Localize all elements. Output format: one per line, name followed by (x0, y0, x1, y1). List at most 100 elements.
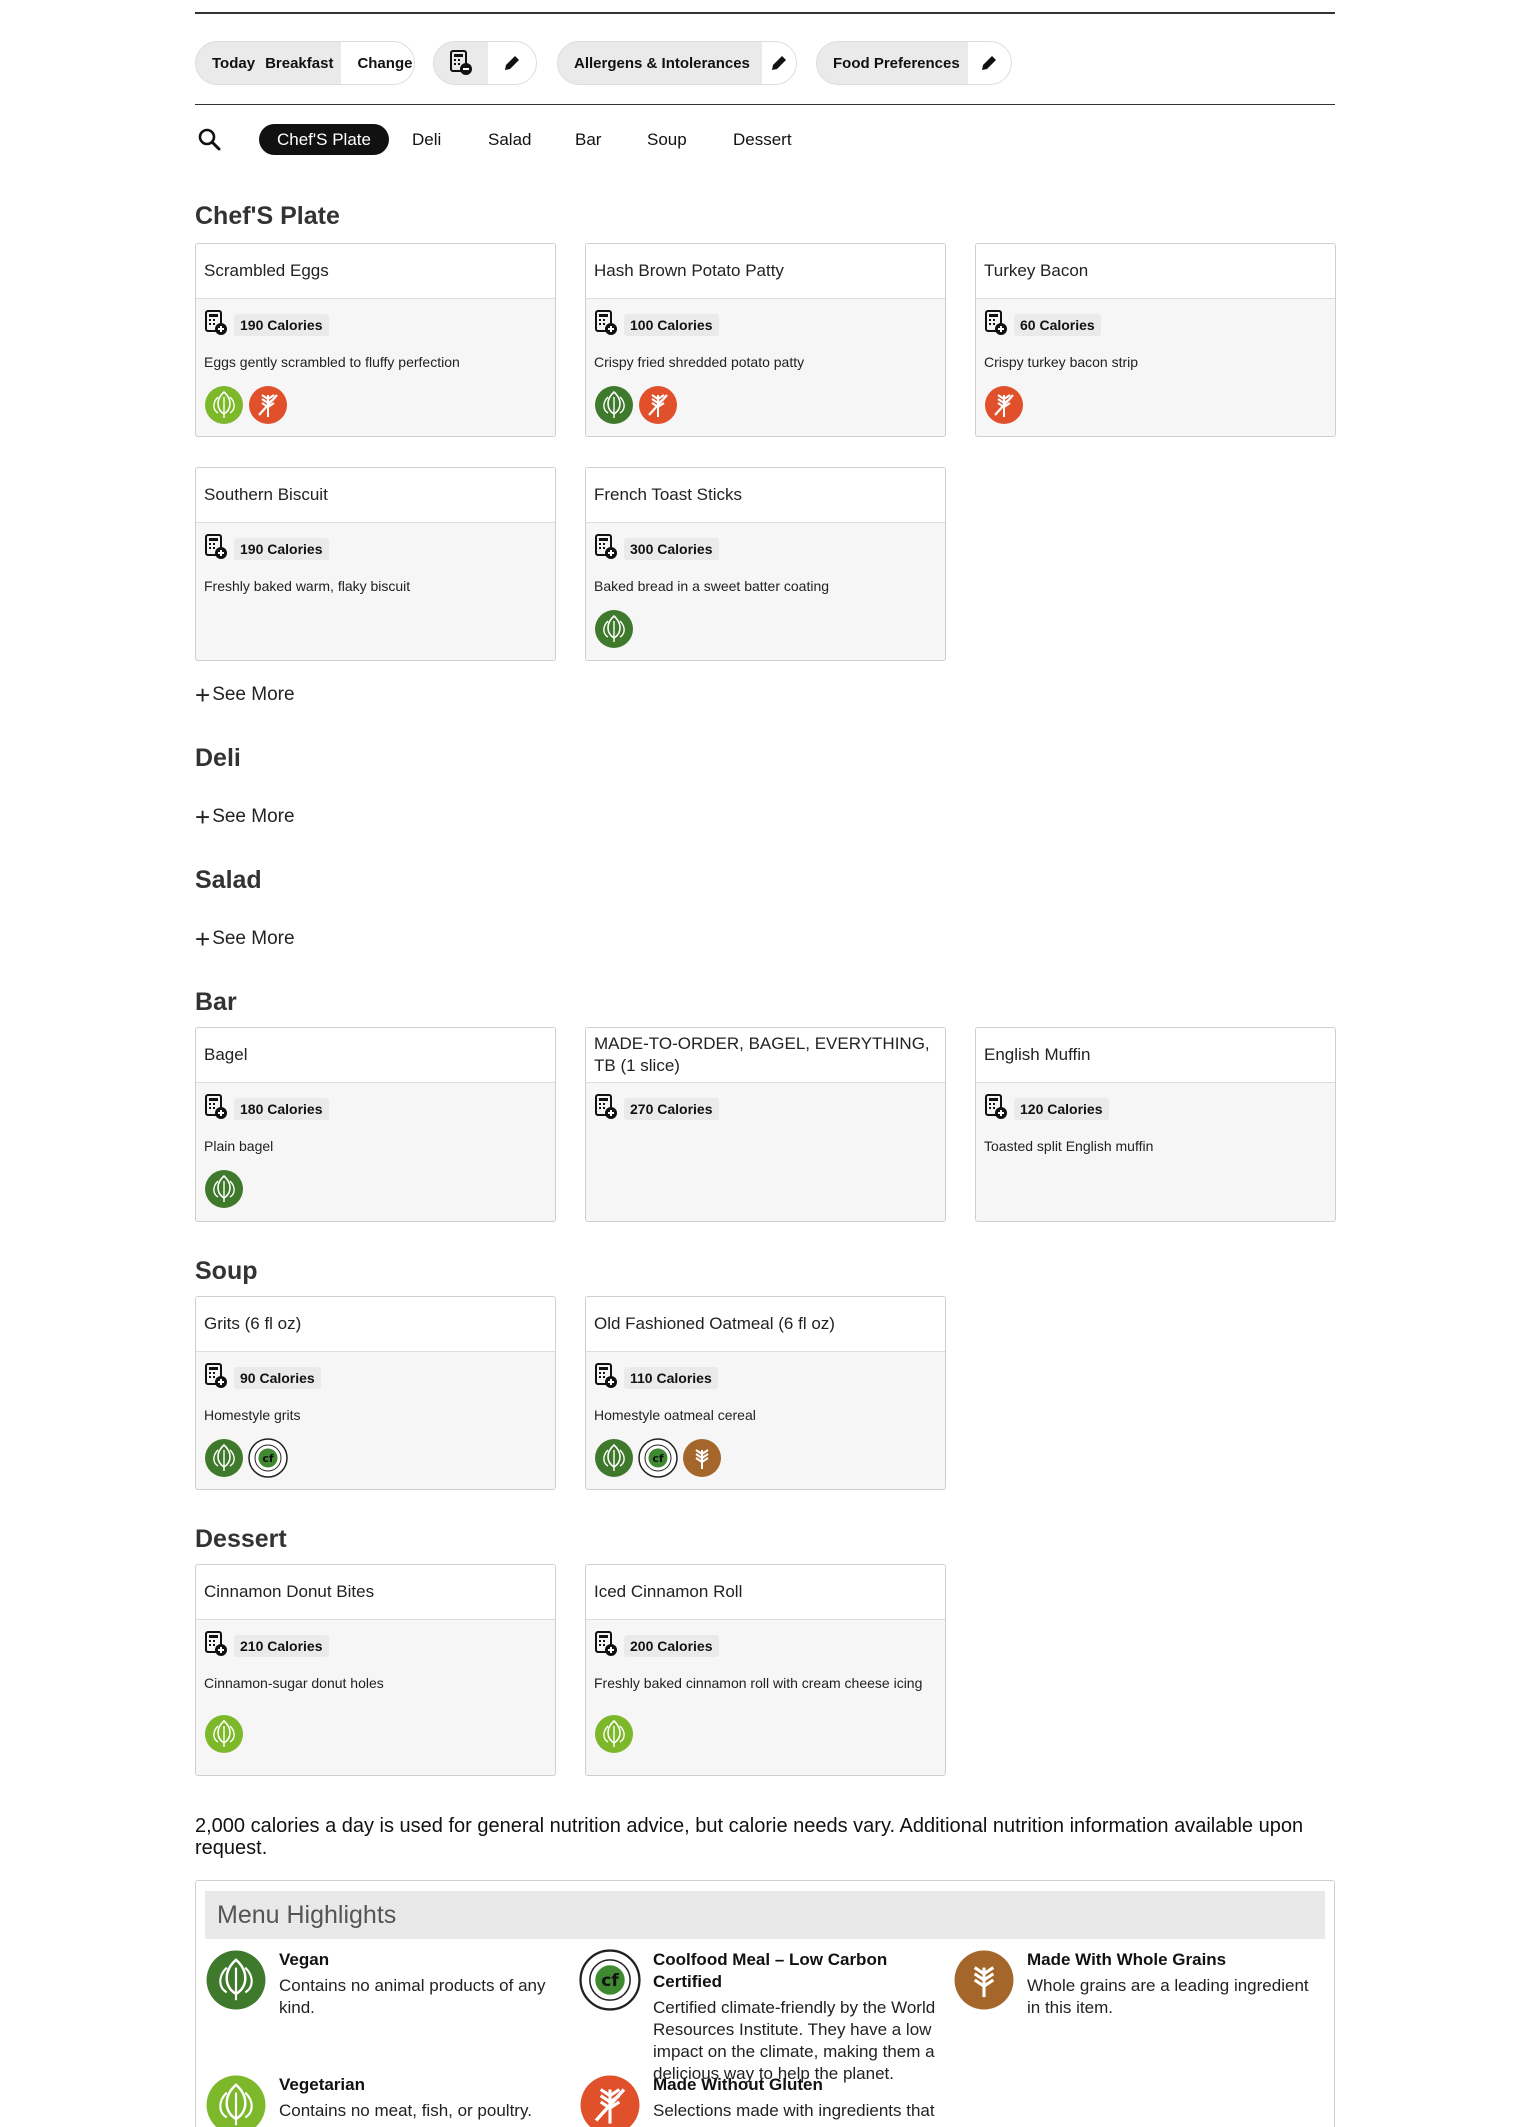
dietary-badges (204, 1714, 547, 1754)
whole-grains-icon[interactable] (682, 1438, 722, 1478)
add-to-calculator-icon[interactable] (594, 309, 618, 341)
add-to-calculator-icon[interactable] (204, 533, 228, 565)
calorie-row: 190 Calories (204, 533, 547, 565)
add-to-calculator-icon[interactable] (594, 533, 618, 565)
menu-item-details: 200 Calories Freshly baked cinnamon roll … (586, 1620, 945, 1754)
see-more-label: See More (212, 928, 295, 949)
dietary-badges: cf (594, 1438, 937, 1478)
calorie-badge: 90 Calories (234, 1367, 321, 1389)
vegan-icon[interactable] (594, 385, 634, 425)
menu-item-card[interactable]: MADE-TO-ORDER, BAGEL, EVERYTHING, TB (1 … (585, 1027, 946, 1222)
vegetarian-icon[interactable] (204, 385, 244, 425)
menu-item-card[interactable]: French Toast Sticks 300 Calories Baked bre… (585, 467, 946, 661)
section-title-salad: Salad (195, 866, 262, 894)
section-title-soup: Soup (195, 1257, 258, 1285)
menu-item-name[interactable]: Scrambled Eggs (196, 244, 555, 299)
menu-item-name[interactable]: Hash Brown Potato Patty (586, 244, 945, 299)
menu-item-name[interactable]: English Muffin (976, 1028, 1335, 1083)
low-carbon-icon[interactable]: cf (638, 1438, 678, 1478)
menu-item-name[interactable]: Turkey Bacon (976, 244, 1335, 299)
vegan-icon[interactable] (594, 609, 634, 649)
menu-item-description: Homestyle grits (204, 1407, 301, 1423)
menu-item-name[interactable]: MADE-TO-ORDER, BAGEL, EVERYTHING, TB (1 … (586, 1028, 945, 1083)
menu-item-details: 270 Calories (586, 1083, 945, 1123)
add-to-calculator-icon[interactable] (204, 1362, 228, 1394)
add-to-calculator-icon[interactable] (594, 1093, 618, 1125)
add-to-calculator-icon[interactable] (204, 1630, 228, 1662)
menu-item-card[interactable]: Grits (6 fl oz) 90 Calories Homestyle grit… (195, 1296, 556, 1490)
dietary-badges (204, 1169, 547, 1209)
highlight-text: Vegetarian Contains no meat, fish, or pou… (279, 2074, 532, 2127)
add-to-calculator-icon[interactable] (594, 1630, 618, 1662)
menu-item-name[interactable]: Southern Biscuit (196, 468, 555, 523)
menu-item-name[interactable]: Grits (6 fl oz) (196, 1297, 555, 1352)
section-title-dessert: Dessert (195, 1525, 287, 1553)
menu-item-details: 120 Calories Toasted split English muffin (976, 1083, 1335, 1155)
see-more-deli-button[interactable]: + See More (195, 804, 295, 830)
highlight-title: Made With Whole Grains (1027, 1950, 1227, 1969)
highlight-description: Contains no meat, fish, or poultry. (279, 2101, 532, 2120)
menu-item-details: 300 Calories Baked bread in a sweet batte… (586, 523, 945, 649)
vegan-icon[interactable] (594, 1438, 634, 1478)
vegetarian-icon[interactable] (204, 1714, 244, 1754)
made-without-gluten-icon[interactable] (248, 385, 288, 425)
menu-item-description: Baked bread in a sweet batter coating (594, 578, 830, 594)
menu-item-card[interactable]: Cinnamon Donut Bites 210 Calories Cinnamon… (195, 1564, 556, 1776)
menu-item-card[interactable]: Bagel 180 Calories Plain bagel (195, 1027, 556, 1222)
menu-item-card[interactable]: Old Fashioned Oatmeal (6 fl oz) 110 Calor… (585, 1296, 946, 1490)
menu-item-details: 100 Calories Crispy fried shredded potato… (586, 299, 945, 425)
dietary-badges (594, 609, 937, 649)
menu-item-details: 90 Calories Homestyle grits cf (196, 1352, 555, 1478)
add-to-calculator-icon[interactable] (984, 309, 1008, 341)
calorie-badge: 60 Calories (1014, 314, 1101, 336)
low-carbon-icon[interactable]: cf (248, 1438, 288, 1478)
see-more-salad-button[interactable]: + See More (195, 926, 295, 952)
add-to-calculator-icon[interactable] (594, 1362, 618, 1394)
vegan-icon[interactable] (204, 1169, 244, 1209)
menu-item-name[interactable]: French Toast Sticks (586, 468, 945, 523)
menu-item-description: Plain bagel (204, 1138, 274, 1154)
made-without-gluten-icon[interactable] (984, 385, 1024, 425)
dietary-badges (594, 1714, 937, 1754)
vegetarian-icon[interactable] (594, 1714, 634, 1754)
highlight-item: Made With Whole Grains Whole grains are a… (953, 1949, 1313, 2019)
calorie-row: 180 Calories (204, 1093, 547, 1125)
vegan-icon (205, 1949, 267, 2011)
calorie-badge: 180 Calories (234, 1098, 329, 1120)
highlight-title: Vegan (279, 1950, 330, 1969)
menu-item-card[interactable]: English Muffin 120 Calories Toasted split … (975, 1027, 1336, 1222)
menu-item-name[interactable]: Old Fashioned Oatmeal (6 fl oz) (586, 1297, 945, 1352)
add-to-calculator-icon[interactable] (204, 1093, 228, 1125)
menu-item-details: 180 Calories Plain bagel (196, 1083, 555, 1209)
calorie-badge: 120 Calories (1014, 1098, 1109, 1120)
menu-highlights-title: Menu Highlights (205, 1891, 1325, 1939)
see-more-chefs-plate-button[interactable]: + See More (195, 682, 295, 708)
calorie-row: 300 Calories (594, 533, 937, 565)
menu-item-description: Cinnamon-sugar donut holes (204, 1675, 384, 1691)
menu-item-details: 210 Calories Cinnamon-sugar donut holes (196, 1620, 555, 1754)
menu-item-details: 60 Calories Crispy turkey bacon strip (976, 299, 1335, 425)
add-to-calculator-icon[interactable] (204, 309, 228, 341)
menu-item-card[interactable]: Iced Cinnamon Roll 200 Calories Freshly ba… (585, 1564, 946, 1776)
menu-item-card[interactable]: Hash Brown Potato Patty 100 Calories Crisp… (585, 243, 946, 437)
calorie-badge: 200 Calories (624, 1635, 719, 1657)
calorie-row: 120 Calories (984, 1093, 1327, 1125)
dietary-badges (984, 385, 1327, 425)
highlight-item: Vegetarian Contains no meat, fish, or pou… (205, 2074, 565, 2127)
add-to-calculator-icon[interactable] (984, 1093, 1008, 1125)
made-without-gluten-icon[interactable] (638, 385, 678, 425)
menu-item-card[interactable]: Southern Biscuit 190 Calories Freshly bake… (195, 467, 556, 661)
menu-item-card[interactable]: Scrambled Eggs 190 Calories Eggs gently sc… (195, 243, 556, 437)
menu-item-name[interactable]: Cinnamon Donut Bites (196, 1565, 555, 1620)
highlight-description: Contains no animal products of any kind. (279, 1976, 546, 2017)
plus-icon: + (195, 802, 211, 832)
plus-icon: + (195, 924, 211, 954)
svg-text:cf: cf (652, 1452, 664, 1465)
calorie-row: 90 Calories (204, 1362, 547, 1394)
highlight-text: Vegan Contains no animal products of any … (279, 1949, 565, 2019)
vegan-icon[interactable] (204, 1438, 244, 1478)
menu-item-name[interactable]: Iced Cinnamon Roll (586, 1565, 945, 1620)
menu-item-name[interactable]: Bagel (196, 1028, 555, 1083)
menu-item-card[interactable]: Turkey Bacon 60 Calories Crispy turkey bac… (975, 243, 1336, 437)
calorie-row: 270 Calories (594, 1093, 937, 1125)
